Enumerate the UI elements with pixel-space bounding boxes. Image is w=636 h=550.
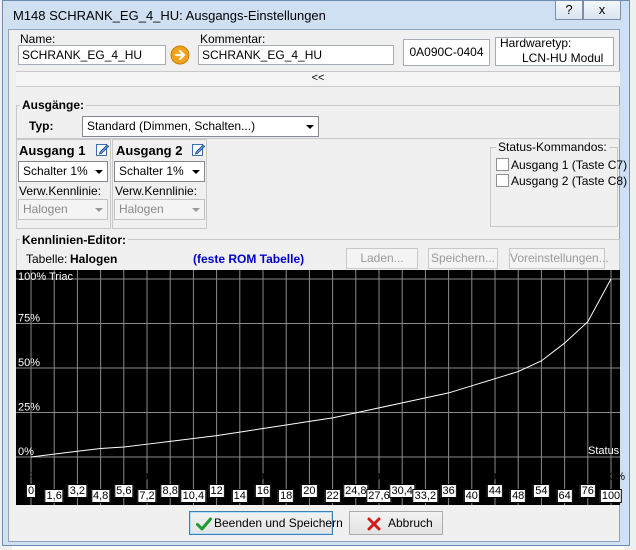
x-percent-tick-label: 100%	[596, 471, 626, 483]
checkmark-icon	[196, 516, 212, 531]
curve-value-label[interactable]: 33,2	[412, 489, 439, 503]
y-axis-label: 75%	[18, 313, 40, 325]
output2-curve-value: Halogen	[119, 202, 164, 216]
x-percent-tick-label: 80%	[483, 471, 507, 483]
y-axis-label: 25%	[18, 402, 40, 414]
serial-number-box: 0A090C-0404	[403, 39, 490, 66]
curve-value-label[interactable]: 14	[231, 489, 248, 503]
x-percent-tick-label: 40%	[251, 471, 275, 483]
status-checkbox-2[interactable]	[496, 174, 509, 187]
presets-button[interactable]: Voreinstellungen...	[509, 248, 609, 269]
x-percent-tick-label: 60%	[367, 471, 391, 483]
table-label: Tabelle:	[26, 252, 68, 266]
table-value: Halogen	[70, 252, 118, 266]
output1-curve-select: Halogen	[18, 199, 108, 220]
curve-value-label[interactable]: 0	[25, 484, 37, 498]
rom-table-note: (feste ROM Tabelle)	[193, 252, 305, 266]
curve-value-label[interactable]: 1,6	[44, 489, 64, 503]
curve-value-label[interactable]: 16	[254, 484, 272, 498]
window-title: M148 SCHRANK_EG_4_HU: Ausgangs-Einstellu…	[13, 8, 326, 23]
curve-value-label[interactable]: 18	[278, 489, 295, 503]
output1-mode-value: Schalter 1%	[23, 164, 88, 178]
curve-value-label[interactable]: 76	[579, 484, 596, 498]
output1-title: Ausgang 1	[19, 143, 86, 158]
status-item-1-label: Ausgang 1 (Taste C7)	[511, 158, 628, 172]
title-bar: M148 SCHRANK_EG_4_HU: Ausgangs-Einstellu…	[3, 1, 629, 29]
type-select[interactable]: Standard (Dimmen, Schalten...)	[82, 116, 319, 137]
curve-value-label[interactable]: 3,2	[67, 484, 88, 498]
chevron-down-icon	[306, 125, 314, 129]
edit-icon[interactable]	[96, 143, 110, 156]
chevron-down-icon	[95, 208, 103, 212]
collapse-chevron-icon: <<	[311, 72, 325, 84]
x-percent-tick-label: 20%	[135, 471, 159, 483]
y-axis-label: 50%	[18, 357, 40, 369]
save-table-button[interactable]: Speichern...	[428, 248, 498, 269]
collapse-toggle[interactable]: <<	[16, 71, 620, 87]
curve-value-label[interactable]: 36	[440, 484, 457, 498]
output1-mode-select[interactable]: Schalter 1%	[18, 161, 108, 182]
hardware-type-label: Hardwaretyp:	[500, 36, 572, 50]
load-button[interactable]: Laden...	[346, 248, 418, 269]
output2-curve-select: Halogen	[114, 199, 205, 220]
curve-value-label[interactable]: 5,6	[114, 484, 134, 498]
chevron-down-icon	[192, 170, 200, 174]
curve-value-label[interactable]: 7,2	[137, 489, 157, 503]
curve-value-label[interactable]: 8,8	[160, 484, 180, 498]
curve-chart-svg: 100% Triac 75% 50% 25% 0% Status	[16, 270, 620, 505]
curve-editor-label: Kennlinien-Editor:	[20, 233, 128, 247]
save-and-exit-label: Beenden und Speichern	[214, 516, 343, 530]
chevron-down-icon	[192, 208, 200, 212]
status-commands-label: Status-Kommandos:	[496, 140, 609, 154]
curve-value-label[interactable]: 100	[599, 489, 623, 503]
cancel-x-icon	[367, 516, 381, 531]
close-button[interactable]: x	[583, 1, 621, 20]
status-item-2-label: Ausgang 2 (Taste C8)	[511, 174, 628, 188]
type-select-value: Standard (Dimmen, Schalten...)	[87, 119, 256, 133]
output1-curve-label: Verw.Kennlinie:	[19, 184, 102, 198]
help-button[interactable]: ?	[555, 1, 583, 20]
curve-value-label[interactable]: 4,8	[90, 489, 111, 503]
curve-value-label[interactable]: 44	[486, 484, 504, 498]
cancel-label: Abbruch	[388, 516, 433, 530]
status-corner-label: Status	[588, 445, 620, 457]
curve-value-label[interactable]: 24,8	[343, 484, 369, 498]
cancel-button[interactable]: Abbruch	[349, 511, 443, 535]
save-and-exit-button[interactable]: Beenden und Speichern	[189, 511, 343, 535]
curve-value-label[interactable]: 48	[510, 489, 527, 503]
output2-mode-select[interactable]: Schalter 1%	[114, 161, 205, 182]
output2-curve-label: Verw.Kennlinie:	[115, 184, 198, 198]
arrow-right-icon[interactable]	[170, 45, 190, 65]
name-label: Name:	[20, 32, 56, 46]
curve-value-label[interactable]: 64	[556, 489, 573, 503]
curve-value-label[interactable]: 54	[533, 484, 550, 498]
curve-value-label[interactable]: 40	[463, 489, 480, 503]
comment-field[interactable]: SCHRANK_EG_4_HU	[198, 45, 394, 65]
y-axis-label: 0%	[18, 446, 34, 458]
curve-value-label[interactable]: 10,4	[180, 489, 207, 503]
status-checkbox-1[interactable]	[496, 158, 509, 171]
curve-value-label[interactable]: 20	[301, 484, 318, 498]
type-label: Typ:	[29, 119, 54, 133]
output2-title: Ausgang 2	[116, 143, 183, 158]
curve-value-label[interactable]: 12	[208, 484, 225, 498]
output1-curve-value: Halogen	[23, 202, 68, 216]
chevron-down-icon	[95, 170, 103, 174]
hardware-type-value: LCN-HU Modul	[522, 51, 604, 65]
edit-icon[interactable]	[192, 143, 206, 156]
curve-value-label[interactable]: 22	[324, 489, 341, 503]
y-axis-label: 100% Triac	[18, 271, 74, 283]
output2-mode-value: Schalter 1%	[119, 164, 184, 178]
curve-value-label[interactable]: 27,6	[366, 489, 392, 503]
outputs-group-label: Ausgänge:	[20, 98, 87, 112]
curve-value-label[interactable]: 30,4	[389, 484, 415, 498]
help-icon: ?	[565, 2, 573, 17]
curve-chart[interactable]: 100% Triac 75% 50% 25% 0% Status	[16, 270, 620, 505]
comment-label: Kommentar:	[200, 32, 266, 46]
close-icon: x	[598, 2, 606, 17]
x-percent-tick-label: 0%	[23, 471, 39, 483]
name-field[interactable]: SCHRANK_EG_4_HU	[18, 45, 166, 65]
